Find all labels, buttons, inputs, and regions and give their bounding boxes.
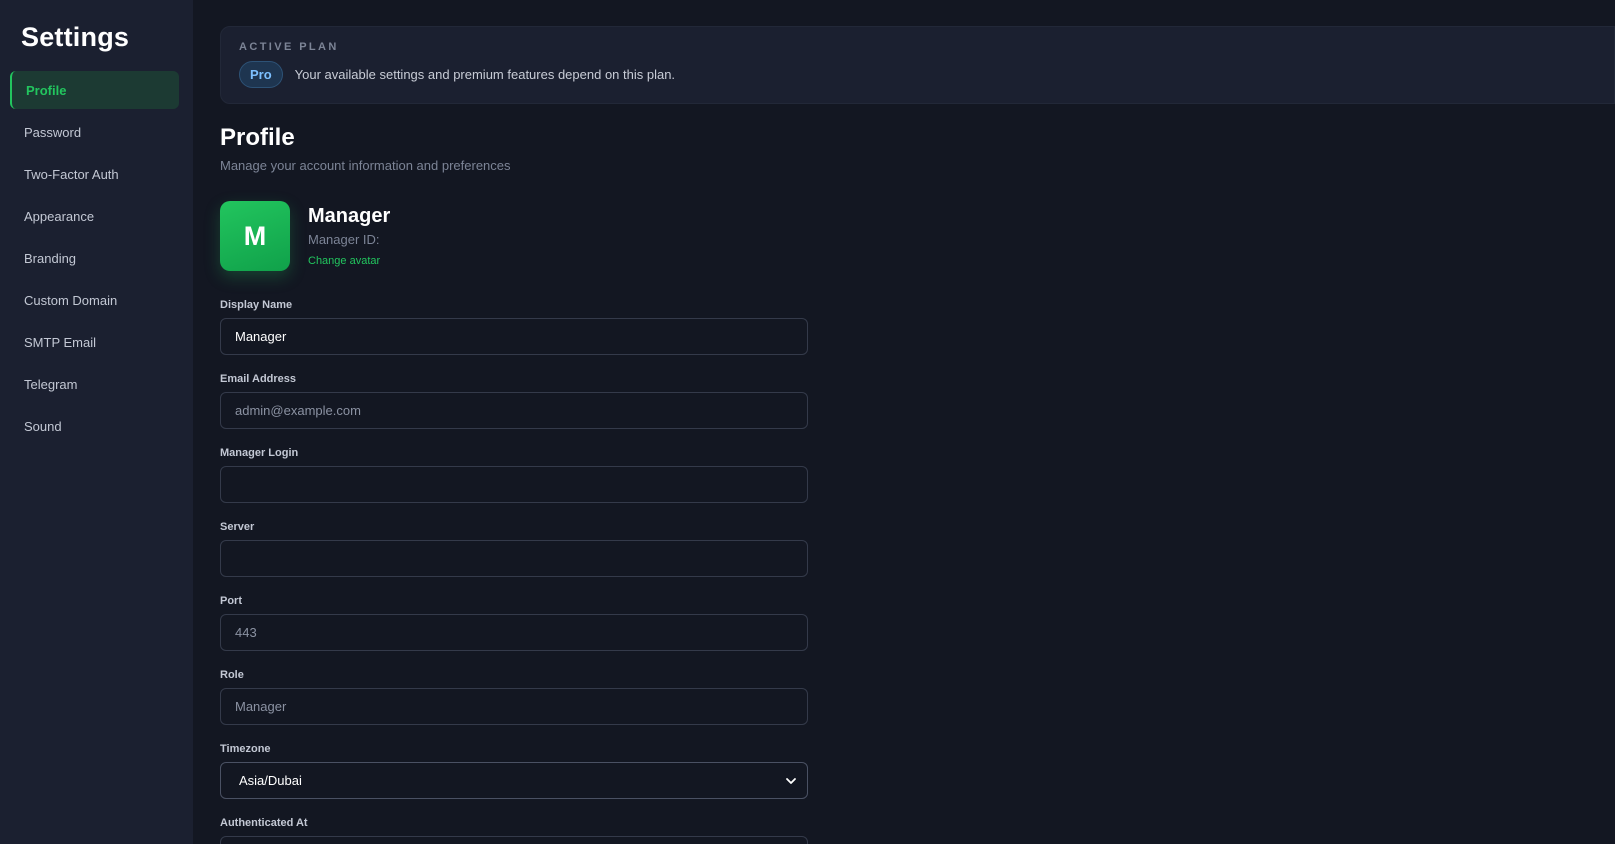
manager-id-label: Manager ID: — [308, 232, 380, 247]
profile-form: Display Name Manager Email Address admin… — [220, 299, 808, 844]
active-plan-row: Pro Your available settings and premium … — [239, 61, 1596, 88]
email-group: Email Address admin@example.com — [220, 373, 808, 429]
chevron-down-icon — [786, 777, 796, 784]
port-group: Port 443 — [220, 595, 808, 651]
authenticated-at-group: Authenticated At — [220, 817, 808, 844]
settings-nav: Profile Password Two-Factor Auth Appeara… — [0, 71, 193, 445]
authenticated-at-label: Authenticated At — [220, 817, 308, 829]
sidebar-title: Settings — [21, 22, 130, 52]
page-subtitle: Manage your account information and pref… — [220, 158, 511, 173]
display-name-label: Display Name — [220, 299, 293, 311]
port-input[interactable]: 443 — [220, 614, 808, 651]
plan-description: Your available settings and premium feat… — [294, 67, 676, 82]
display-name-input[interactable]: Manager — [220, 318, 808, 355]
display-name-group: Display Name Manager — [220, 299, 808, 355]
timezone-select[interactable]: Asia/Dubai — [220, 762, 808, 799]
sidebar-item-two-factor-auth[interactable]: Two-Factor Auth — [10, 155, 179, 193]
settings-sidebar: Settings Profile Password Two-Factor Aut… — [0, 0, 193, 844]
manager-login-input[interactable] — [220, 466, 808, 503]
manager-login-label: Manager Login — [220, 447, 299, 459]
profile-info: Manager Manager ID: Change avatar — [308, 201, 390, 269]
sidebar-item-profile[interactable]: Profile — [10, 71, 179, 109]
settings-app: Settings Profile Password Two-Factor Aut… — [0, 0, 1615, 844]
settings-main: ACTIVE PLAN Pro Your available settings … — [193, 0, 1615, 844]
timezone-group: Timezone Asia/Dubai — [220, 743, 808, 799]
sidebar-item-telegram[interactable]: Telegram — [10, 365, 179, 403]
change-avatar-link[interactable]: Change avatar — [308, 255, 380, 267]
page-title: Profile — [220, 124, 295, 151]
server-input[interactable] — [220, 540, 808, 577]
role-group: Role Manager — [220, 669, 808, 725]
email-input[interactable]: admin@example.com — [220, 392, 808, 429]
sidebar-item-smtp-email[interactable]: SMTP Email — [10, 323, 179, 361]
profile-header: M Manager Manager ID: Change avatar — [220, 201, 1615, 271]
server-label: Server — [220, 521, 255, 533]
profile-name: Manager — [308, 205, 391, 227]
port-label: Port — [220, 595, 242, 607]
sidebar-item-appearance[interactable]: Appearance — [10, 197, 179, 235]
active-plan-banner: ACTIVE PLAN Pro Your available settings … — [220, 26, 1615, 104]
sidebar-item-custom-domain[interactable]: Custom Domain — [10, 281, 179, 319]
sidebar-item-password[interactable]: Password — [10, 113, 179, 151]
timezone-selected-value: Asia/Dubai — [239, 773, 302, 788]
role-input[interactable]: Manager — [220, 688, 808, 725]
plan-badge: Pro — [239, 61, 283, 88]
email-label: Email Address — [220, 373, 297, 385]
authenticated-at-input[interactable] — [220, 836, 808, 844]
role-label: Role — [220, 669, 244, 681]
sidebar-item-branding[interactable]: Branding — [10, 239, 179, 277]
avatar: M — [220, 201, 290, 271]
server-group: Server — [220, 521, 808, 577]
timezone-label: Timezone — [220, 743, 271, 755]
manager-login-group: Manager Login — [220, 447, 808, 503]
active-plan-label: ACTIVE PLAN — [239, 41, 339, 53]
sidebar-item-sound[interactable]: Sound — [10, 407, 179, 445]
